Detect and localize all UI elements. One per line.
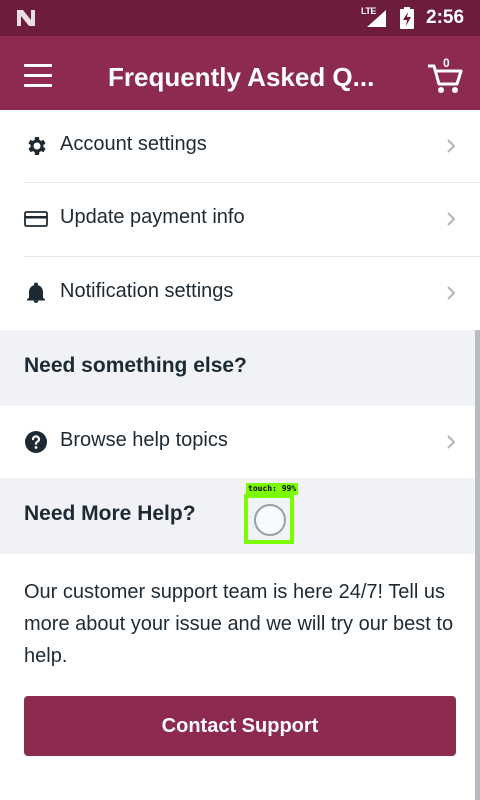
update-payment-row[interactable]: Update payment info xyxy=(0,183,480,256)
clock: 2:56 xyxy=(426,7,465,28)
section-heading: Need something else? xyxy=(24,354,247,377)
account-settings-label: Account settings xyxy=(60,133,207,155)
gear-icon xyxy=(28,137,46,155)
scrollbar[interactable] xyxy=(475,330,480,800)
credit-card-icon xyxy=(24,211,48,227)
status-bar: LTE 2:56 xyxy=(0,0,480,36)
touch-ring-icon xyxy=(254,504,286,536)
app-bar: Frequently Asked Q... 0 xyxy=(0,36,480,120)
support-description: Our customer support team is here 24/7! … xyxy=(24,581,454,667)
contact-support-button[interactable]: Contact Support xyxy=(24,696,456,756)
section-heading: Need More Help? xyxy=(24,502,196,525)
update-payment-label: Update payment info xyxy=(60,206,245,228)
bell-icon xyxy=(27,282,45,303)
chevron-right-icon xyxy=(447,286,456,300)
chevron-right-icon xyxy=(447,212,456,226)
signal-icon xyxy=(367,10,386,27)
account-settings-row[interactable]: Account settings xyxy=(0,110,480,183)
notification-settings-row[interactable]: Notification settings xyxy=(0,257,480,330)
chevron-right-icon xyxy=(447,139,456,153)
hamburger-menu-icon[interactable] xyxy=(24,64,60,92)
touch-indicator xyxy=(244,494,294,544)
notification-settings-label: Notification settings xyxy=(60,280,234,302)
battery-charging-icon xyxy=(400,7,414,29)
browse-help-topics-label: Browse help topics xyxy=(60,429,228,451)
need-something-else-section: Need something else? xyxy=(0,330,480,406)
chevron-right-icon xyxy=(447,435,456,449)
page-title: Frequently Asked Q... xyxy=(108,62,375,92)
notification-n-icon xyxy=(17,10,35,26)
question-circle-icon xyxy=(25,431,47,453)
cart-count-badge: 0 xyxy=(443,56,450,70)
browse-help-topics-row[interactable]: Browse help topics xyxy=(0,406,480,479)
need-more-help-section: Need More Help? xyxy=(0,478,480,554)
